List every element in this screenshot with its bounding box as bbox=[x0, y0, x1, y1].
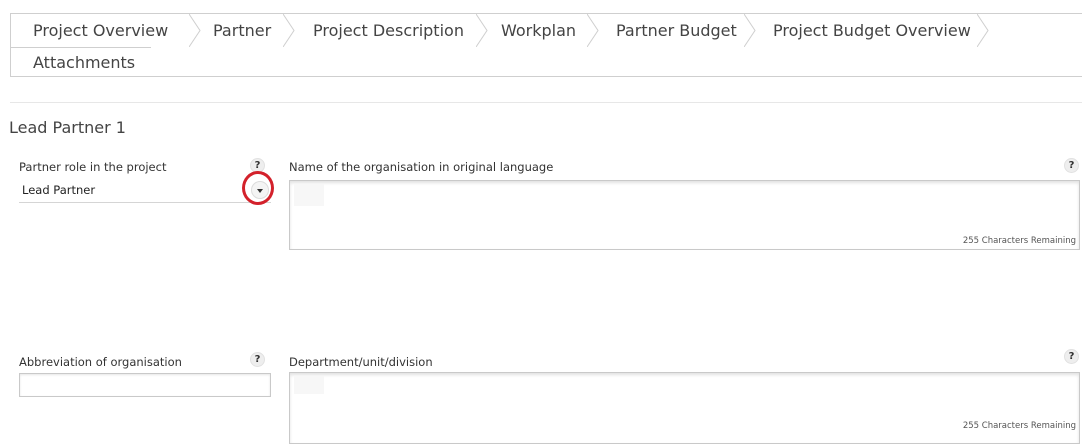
tab-separator-icon bbox=[744, 14, 756, 47]
tab-label: Project Description bbox=[313, 21, 464, 40]
abbreviation-label: Abbreviation of organisation bbox=[19, 355, 182, 369]
tab-separator-icon bbox=[977, 14, 989, 47]
tab-bar: Project Overview Partner Project Descrip… bbox=[10, 13, 1082, 77]
tab-separator-icon bbox=[283, 14, 295, 47]
textarea-placeholder-block bbox=[294, 376, 324, 394]
partner-role-value: Lead Partner bbox=[22, 183, 96, 197]
org-name-label: Name of the organisation in original lan… bbox=[289, 160, 554, 174]
department-char-counter: 255 Characters Remaining bbox=[962, 421, 1076, 431]
abbreviation-help-icon[interactable]: ? bbox=[250, 352, 265, 367]
org-name-char-counter: 255 Characters Remaining bbox=[962, 236, 1076, 246]
org-name-help-icon[interactable]: ? bbox=[1064, 158, 1079, 173]
tab-label: Partner Budget bbox=[616, 21, 737, 40]
tab-separator-icon bbox=[189, 14, 201, 47]
department-textarea[interactable]: 255 Characters Remaining bbox=[289, 372, 1080, 444]
partner-role-label: Partner role in the project bbox=[19, 160, 167, 174]
section-divider bbox=[10, 102, 1082, 103]
partner-role-select[interactable]: Lead Partner bbox=[19, 179, 271, 203]
department-help-icon[interactable]: ? bbox=[1064, 349, 1079, 364]
tab-label: Workplan bbox=[501, 21, 577, 40]
abbreviation-input[interactable] bbox=[19, 373, 271, 397]
tab-separator-icon bbox=[476, 14, 488, 47]
tab-partner-budget[interactable]: Partner Budget bbox=[616, 14, 737, 47]
tab-project-description[interactable]: Project Description bbox=[313, 14, 464, 47]
tab-label: Project Budget Overview bbox=[773, 21, 971, 40]
tab-workplan[interactable]: Workplan bbox=[501, 14, 576, 47]
org-name-textarea[interactable]: 255 Characters Remaining bbox=[289, 180, 1080, 250]
textarea-placeholder-block bbox=[294, 184, 324, 206]
tab-project-budget-overview[interactable]: Project Budget Overview bbox=[773, 14, 971, 47]
tab-label: Project Overview bbox=[33, 21, 169, 40]
tab-separator-icon bbox=[587, 14, 599, 47]
tab-label: Partner bbox=[213, 21, 272, 40]
partner-role-help-icon[interactable]: ? bbox=[250, 158, 265, 173]
tab-label: Attachments bbox=[33, 53, 136, 72]
section-title: Lead Partner 1 bbox=[9, 118, 126, 137]
chevron-down-icon[interactable] bbox=[251, 181, 269, 199]
department-label: Department/unit/division bbox=[289, 355, 433, 369]
tab-attachments[interactable]: Attachments bbox=[33, 48, 135, 77]
tab-partner[interactable]: Partner bbox=[213, 14, 271, 47]
tab-project-overview[interactable]: Project Overview bbox=[33, 14, 169, 48]
